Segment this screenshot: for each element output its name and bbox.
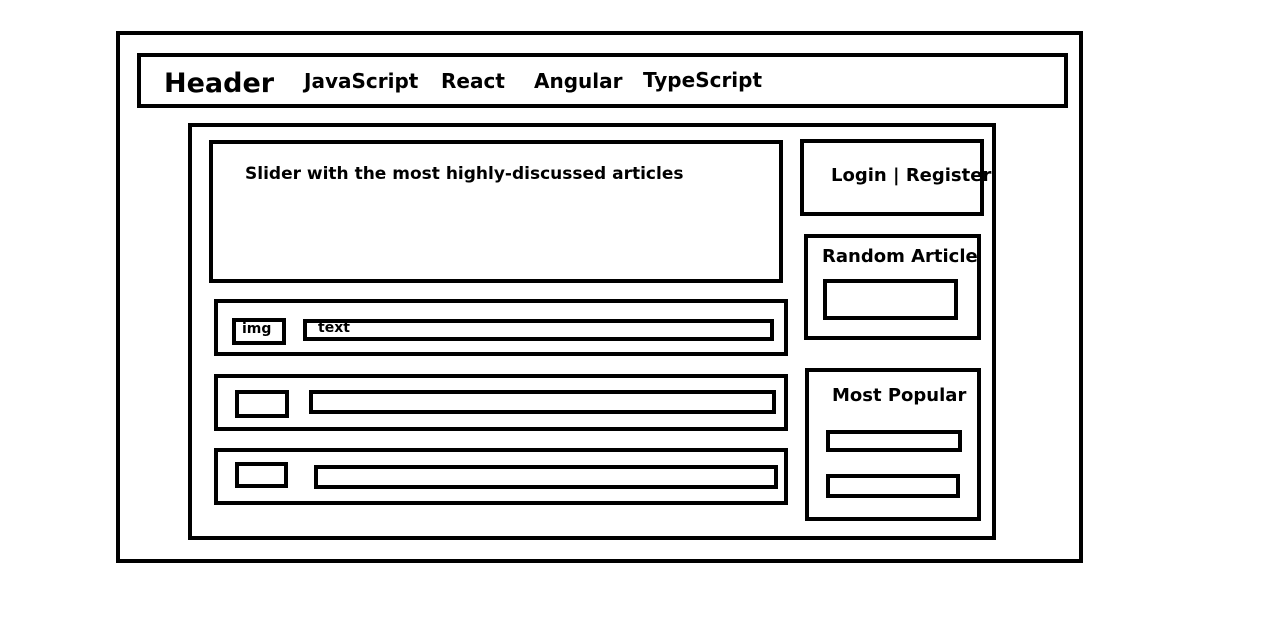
most-popular-title: Most Popular bbox=[832, 385, 967, 406]
popular-article-item[interactable] bbox=[826, 430, 962, 452]
article-text-placeholder bbox=[303, 319, 774, 341]
login-register-link[interactable]: Login | Register bbox=[831, 167, 991, 185]
text-label: text bbox=[318, 320, 350, 336]
article-text-placeholder bbox=[309, 390, 776, 414]
nav-item-typescript[interactable]: TypeScript bbox=[643, 70, 762, 90]
random-article-item[interactable] bbox=[823, 279, 958, 320]
article-slider[interactable] bbox=[209, 140, 783, 283]
header-title: Header bbox=[164, 68, 275, 99]
random-article-title: Random Article bbox=[822, 246, 978, 267]
article-image-placeholder bbox=[235, 390, 289, 418]
nav-item-javascript[interactable]: JavaScript bbox=[304, 71, 418, 91]
nav-item-angular[interactable]: Angular bbox=[534, 71, 623, 91]
nav-item-react[interactable]: React bbox=[441, 71, 505, 91]
article-text-placeholder bbox=[314, 465, 778, 489]
image-label: img bbox=[242, 321, 272, 337]
popular-article-item[interactable] bbox=[826, 474, 960, 498]
article-image-placeholder bbox=[235, 462, 288, 488]
slider-label: Slider with the most highly-discussed ar… bbox=[245, 164, 684, 184]
